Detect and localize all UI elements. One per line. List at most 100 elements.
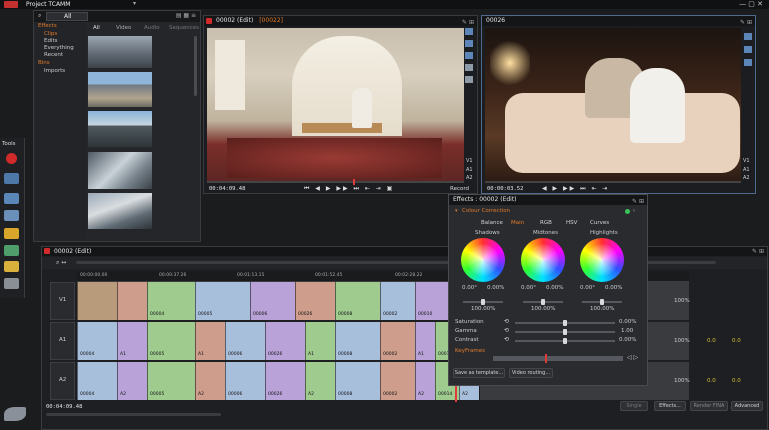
bin-tab-audio[interactable]: Audio: [144, 25, 160, 31]
source-settings-icon[interactable]: ✎ ⊞: [462, 18, 474, 28]
side-icon-2[interactable]: [465, 40, 473, 47]
a1-clip[interactable]: A1: [305, 322, 335, 360]
saturation-knob[interactable]: [563, 320, 567, 326]
shadows-color-wheel[interactable]: [461, 238, 505, 282]
a2-clip[interactable]: A2: [415, 362, 435, 400]
midtones-slider-knob[interactable]: [541, 299, 545, 305]
shadows-slider-knob[interactable]: [481, 299, 485, 305]
track-level-a2[interactable]: 100%: [674, 378, 690, 384]
v1-clip[interactable]: 00010: [415, 282, 449, 320]
monitor-tool-icon[interactable]: [4, 193, 19, 204]
advanced-button[interactable]: Advanced: [731, 401, 763, 411]
effects-tab-curves[interactable]: Curves: [590, 220, 609, 226]
v1-clip[interactable]: 00026: [295, 282, 335, 320]
track-header-a1[interactable]: A1: [50, 322, 75, 360]
source-transport-controls[interactable]: ⏮ ◀ ▶ ▶▶ ⏭ ⇤ ⇥ ▣: [304, 185, 394, 193]
a2-clip[interactable]: A2: [117, 362, 147, 400]
a2-clip[interactable]: A2: [305, 362, 335, 400]
effects-section-header[interactable]: ▾ Colour Correction ›: [453, 207, 643, 216]
bin-menu-icon[interactable]: ▤ ▦ ≡: [176, 12, 196, 19]
timeline-zoom-icon[interactable]: ⌕ ↔: [56, 259, 66, 267]
effects-tab-rgb[interactable]: RGB: [540, 220, 552, 226]
highlights-slider[interactable]: [582, 299, 622, 305]
bin-tab-video[interactable]: Video: [116, 25, 131, 31]
export-tool-icon[interactable]: [4, 245, 19, 256]
tree-item-bins[interactable]: Bins: [38, 60, 50, 66]
source-channel-v1[interactable]: V1: [466, 158, 473, 164]
tree-item-clips[interactable]: Clips: [44, 31, 57, 37]
a1-clip[interactable]: 00006: [225, 322, 265, 360]
render-button[interactable]: Render FINA: [690, 401, 728, 411]
bin-thumb-5[interactable]: [88, 193, 152, 229]
effects-button[interactable]: Effects...: [654, 401, 686, 411]
highlights-slider-knob[interactable]: [600, 299, 604, 305]
bin-tab-all[interactable]: All: [93, 25, 100, 31]
a1-clip[interactable]: 00008: [335, 322, 380, 360]
record-scrub-bar[interactable]: [485, 181, 741, 183]
v1-clip[interactable]: 00002: [380, 282, 415, 320]
gamma-slider[interactable]: [515, 329, 615, 335]
record-side-icon-3[interactable]: [744, 59, 752, 66]
gamma-knob[interactable]: [563, 329, 567, 335]
a1-clip[interactable]: 00026: [265, 322, 305, 360]
track-header-v1[interactable]: V1: [50, 282, 75, 320]
bin-thumb-1[interactable]: [88, 36, 152, 68]
record-channel-v1[interactable]: V1: [743, 158, 750, 164]
gamma-reset-icon[interactable]: ⟲: [504, 327, 509, 334]
record-channel-a1[interactable]: A1: [743, 167, 750, 173]
users-tool-icon[interactable]: [4, 278, 19, 289]
bin-search-icon[interactable]: ⌕: [38, 12, 41, 20]
keyframe-playhead[interactable]: [545, 354, 547, 363]
contrast-slider[interactable]: [515, 338, 615, 344]
tree-item-edits[interactable]: Edits: [44, 38, 58, 44]
effects-tab-hsv[interactable]: HSV: [566, 220, 577, 226]
bin-thumb-3[interactable]: [88, 111, 152, 147]
record-side-icon-1[interactable]: [744, 33, 752, 40]
keyframe-track[interactable]: [493, 354, 623, 363]
bin-thumb-2[interactable]: [88, 72, 152, 107]
shadows-slider[interactable]: [463, 299, 503, 305]
save-as-template-button[interactable]: Save as template...: [453, 368, 505, 378]
side-icon-1[interactable]: [465, 28, 473, 35]
v1-clip[interactable]: 00004: [147, 282, 195, 320]
tree-item-everything[interactable]: Everything: [44, 45, 74, 51]
video-routing-button[interactable]: Video routing...: [509, 368, 553, 378]
v1-clip[interactable]: 00008: [335, 282, 380, 320]
a1-clip[interactable]: 00005: [147, 322, 195, 360]
section-enabled-icon[interactable]: [625, 209, 630, 214]
midtones-color-wheel[interactable]: [521, 238, 565, 282]
contrast-reset-icon[interactable]: ⟲: [504, 336, 509, 343]
tree-item-imports[interactable]: Imports: [44, 68, 65, 74]
source-channel-a2[interactable]: A2: [466, 175, 473, 181]
project-dropdown-icon[interactable]: ▾: [133, 0, 136, 7]
side-icon-3[interactable]: [465, 52, 473, 59]
record-side-icon-2[interactable]: [744, 46, 752, 53]
a2-clip[interactable]: 00008: [335, 362, 380, 400]
saturation-reset-icon[interactable]: ⟲: [504, 318, 509, 325]
section-menu-icon[interactable]: ›: [633, 208, 635, 214]
timeline-settings-icon[interactable]: ✎ ⊞: [752, 247, 764, 256]
capture-tool-icon[interactable]: [4, 173, 19, 184]
v1-clip[interactable]: [117, 282, 147, 320]
timeline-bottom-scroll[interactable]: [46, 413, 221, 416]
record-channel-a2[interactable]: A2: [743, 175, 750, 181]
a2-clip[interactable]: 00005: [147, 362, 195, 400]
source-channel-a1[interactable]: A1: [466, 167, 473, 173]
a1-clip[interactable]: 00004: [77, 322, 117, 360]
record-transport-controls[interactable]: ◀ ▶ ▶▶ ⏭ ⇤ ⇥: [542, 185, 609, 193]
a2-clip[interactable]: 00004: [77, 362, 117, 400]
bin-thumb-4[interactable]: [88, 152, 152, 189]
tree-item-recent[interactable]: Recent: [44, 52, 63, 58]
effects-tab-balance[interactable]: Balance: [481, 220, 503, 226]
a1-clip[interactable]: A1: [117, 322, 147, 360]
a2-clip[interactable]: 00006: [225, 362, 265, 400]
a2-clip[interactable]: 00026: [265, 362, 305, 400]
v1-clip[interactable]: 00006: [250, 282, 295, 320]
track-header-a2[interactable]: A2: [50, 362, 75, 400]
highlights-color-wheel[interactable]: [580, 238, 624, 282]
a2-clip[interactable]: A2: [195, 362, 225, 400]
single-button[interactable]: Single: [620, 401, 648, 411]
a1-clip[interactable]: 00002: [380, 322, 415, 360]
a1-clip[interactable]: A1: [195, 322, 225, 360]
effects-tab-main[interactable]: Main: [511, 220, 524, 226]
